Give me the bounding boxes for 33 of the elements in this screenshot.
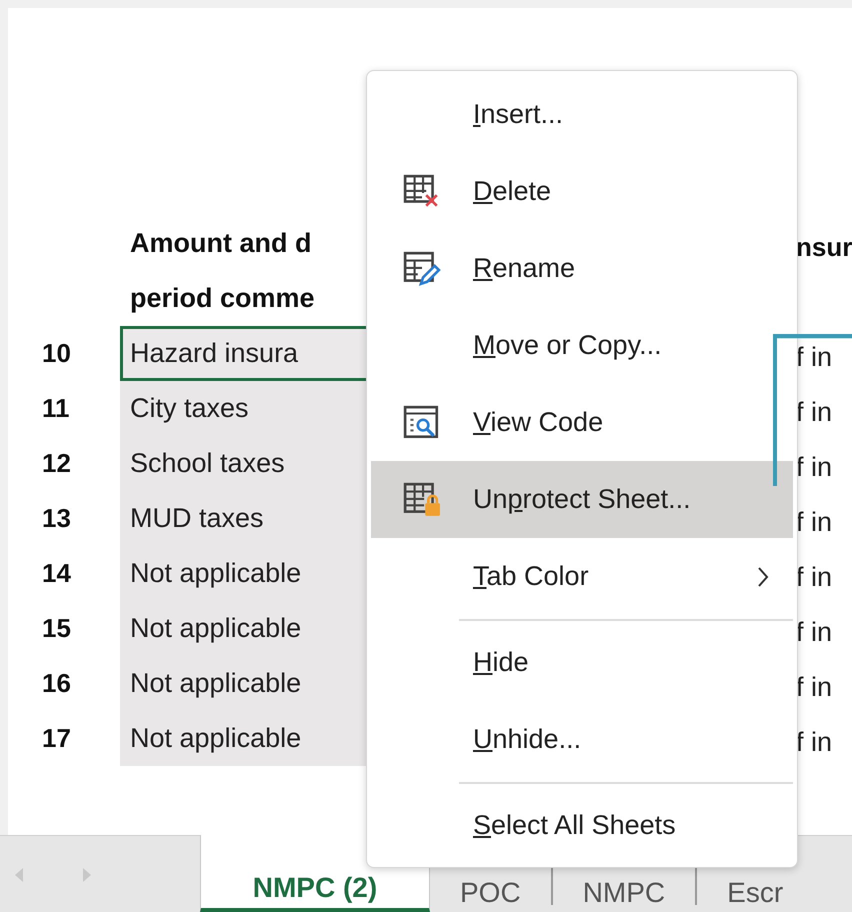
row-number: 15 bbox=[42, 613, 71, 644]
menu-item[interactable]: Hide bbox=[371, 624, 793, 701]
edit-sheet-icon bbox=[403, 250, 441, 286]
menu-item[interactable]: Rename bbox=[371, 230, 793, 307]
row-number: 12 bbox=[42, 448, 71, 479]
row-number: 14 bbox=[42, 558, 71, 589]
row-number: 10 bbox=[42, 338, 71, 369]
lock-sheet-icon bbox=[403, 482, 441, 518]
menu-item[interactable]: Tab Color bbox=[371, 538, 793, 615]
table-cell: f in bbox=[796, 727, 832, 758]
menu-item[interactable]: Delete bbox=[371, 153, 793, 230]
header-text: Amount and d bbox=[130, 228, 312, 259]
table-cell: f in bbox=[796, 397, 832, 428]
table-cell: f in bbox=[796, 617, 832, 648]
view-code-icon bbox=[403, 404, 441, 440]
menu-item[interactable]: Unhide... bbox=[371, 701, 793, 778]
table-cell: f in bbox=[796, 672, 832, 703]
menu-item[interactable]: Unprotect Sheet... bbox=[371, 461, 793, 538]
scroll-left-icon[interactable] bbox=[14, 866, 24, 884]
menu-item[interactable]: Move or Copy... bbox=[371, 307, 793, 384]
table-cell: f in bbox=[796, 452, 832, 483]
menu-item[interactable]: View Code bbox=[371, 384, 793, 461]
scroll-right-icon[interactable] bbox=[82, 866, 92, 884]
row-number: 16 bbox=[42, 668, 71, 699]
menu-item[interactable]: Insert... bbox=[371, 76, 793, 153]
header-text: nsur bbox=[796, 232, 852, 263]
header-text: period comme bbox=[130, 283, 315, 314]
row-number: 17 bbox=[42, 723, 71, 754]
table-cell: f in bbox=[796, 342, 832, 373]
table-cell: f in bbox=[796, 507, 832, 538]
table-cell: f in bbox=[796, 562, 832, 593]
row-number: 13 bbox=[42, 503, 71, 534]
row-number: 11 bbox=[42, 393, 70, 424]
